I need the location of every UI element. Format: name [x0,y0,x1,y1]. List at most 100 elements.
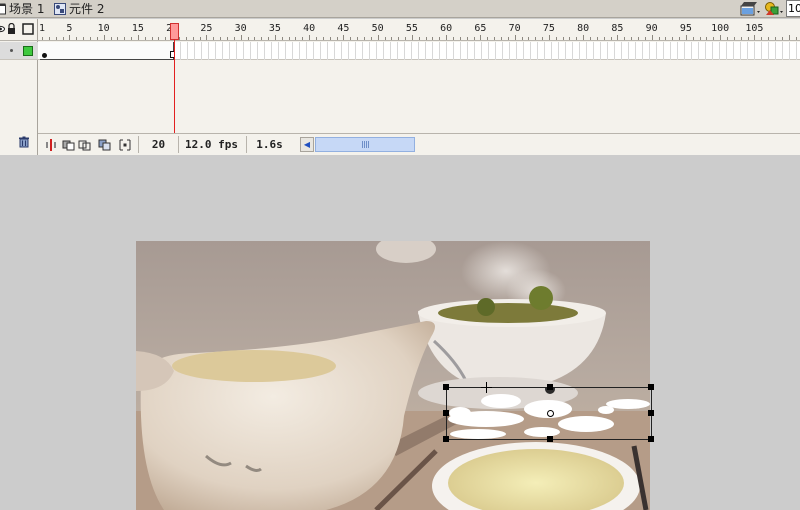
ruler-tick [213,37,215,40]
layer-header [0,19,38,41]
zoom-combobox[interactable]: 10 [786,0,800,17]
ruler-tick [473,37,475,40]
modify-onion-markers-icon[interactable] [118,138,132,152]
ruler-tick [110,37,112,40]
center-frame-icon[interactable] [44,138,58,152]
ruler-tick [754,35,756,40]
shapes-icon[interactable] [762,0,786,18]
frame-track[interactable] [38,42,800,60]
start-keyframe[interactable] [42,53,47,58]
ruler-tick [459,37,461,40]
ruler-tick [418,37,420,40]
ruler-tick [411,35,413,40]
clapperboard-icon[interactable] [738,0,762,18]
ruler-tick [713,37,715,40]
frame-rate-field[interactable]: 12.0 fps [178,136,244,153]
ruler-tick [288,37,290,40]
empty-frames[interactable] [174,42,800,60]
ruler-tick [521,37,523,40]
ruler-tick [391,37,393,40]
ruler-tick [576,37,578,40]
ruler-tick [685,35,687,40]
breadcrumb-scene-label: 场景 1 [9,2,45,16]
ruler-tick [42,37,43,40]
scroll-left-arrow-icon[interactable]: ◀ [300,137,314,152]
breadcrumb-scene[interactable]: 场景 1 [0,1,44,16]
ruler-tick [322,37,324,40]
edit-multiple-frames-icon[interactable] [98,138,112,152]
ruler-tick [651,35,653,40]
ruler-tick [466,37,468,40]
elapsed-time-field: 1.6s [246,136,292,153]
ruler-tick [377,35,379,40]
ruler-tick [590,37,591,40]
ruler-tick [733,37,735,40]
flash-editor-window: 场景 1 元件 2 10 [0,0,800,510]
ruler-label: 40 [303,23,316,34]
tween-span[interactable] [40,42,174,60]
layer-outline-color[interactable] [23,46,33,56]
ruler-label: 60 [440,23,453,34]
ruler-label: 90 [645,23,658,34]
ruler-tick [62,37,64,40]
ruler-tick [624,37,626,40]
resize-handle-bl[interactable] [443,436,449,442]
layer-visibility-dot[interactable] [10,49,13,52]
resize-handle-tr[interactable] [648,384,654,390]
onion-outline-icon[interactable] [78,138,92,152]
ruler-label: 10 [97,23,110,34]
trash-icon[interactable] [18,136,30,148]
selection-bounding-box[interactable] [443,382,654,442]
ruler-label: 50 [371,23,384,34]
layer-row[interactable] [0,42,38,60]
current-frame-field: 20 [138,136,178,153]
ruler-tick [158,37,160,40]
ruler-tick [83,37,85,40]
ruler-tick [453,37,454,40]
ruler-tick [644,37,646,40]
ruler-tick [542,37,544,40]
ruler-tick [199,37,201,40]
scroll-thumb[interactable] [315,137,415,152]
ruler-tick [679,37,681,40]
lock-icon[interactable] [7,23,16,35]
ruler-label: 1 [38,23,46,34]
timeline-panel: 1510152025303540455055606570758085909510… [0,19,800,155]
outline-icon[interactable] [22,23,34,35]
ruler-tick [528,37,530,40]
ruler-tick [240,35,242,40]
ruler-tick [357,37,359,40]
resize-handle-left[interactable] [443,410,449,416]
ruler-label: 85 [611,23,624,34]
ruler-tick [507,37,509,40]
playhead-handle[interactable] [170,23,179,40]
ruler-tick [494,37,496,40]
frame-ruler[interactable]: 1510152025303540455055606570758085909510… [38,19,800,41]
onion-skin-icon[interactable] [62,138,76,152]
registration-point-icon [481,382,492,393]
ruler-label: 70 [508,23,521,34]
tea-photo-bitmap[interactable] [136,241,650,510]
stage[interactable] [0,155,800,510]
ruler-tick [631,37,633,40]
ruler-label: 55 [405,23,418,34]
resize-handle-bottom[interactable] [547,436,553,442]
resize-handle-right[interactable] [648,410,654,416]
transform-center-point[interactable] [547,410,554,417]
ruler-tick [761,37,763,40]
ruler-tick [384,37,386,40]
ruler-tick [720,35,722,40]
eye-icon[interactable] [0,24,5,34]
ruler-tick [699,37,701,40]
ruler-label: 80 [577,23,590,34]
ruler-tick [192,37,194,40]
resize-handle-tl[interactable] [443,384,449,390]
ruler-tick [692,37,694,40]
breadcrumb-symbol[interactable]: 元件 2 [54,1,104,16]
ruler-tick [165,37,167,40]
ruler-tick [535,37,537,40]
resize-handle-br[interactable] [648,436,654,442]
ruler-label: 105 [745,23,764,34]
ruler-tick [480,35,482,40]
resize-handle-top[interactable] [547,384,553,390]
